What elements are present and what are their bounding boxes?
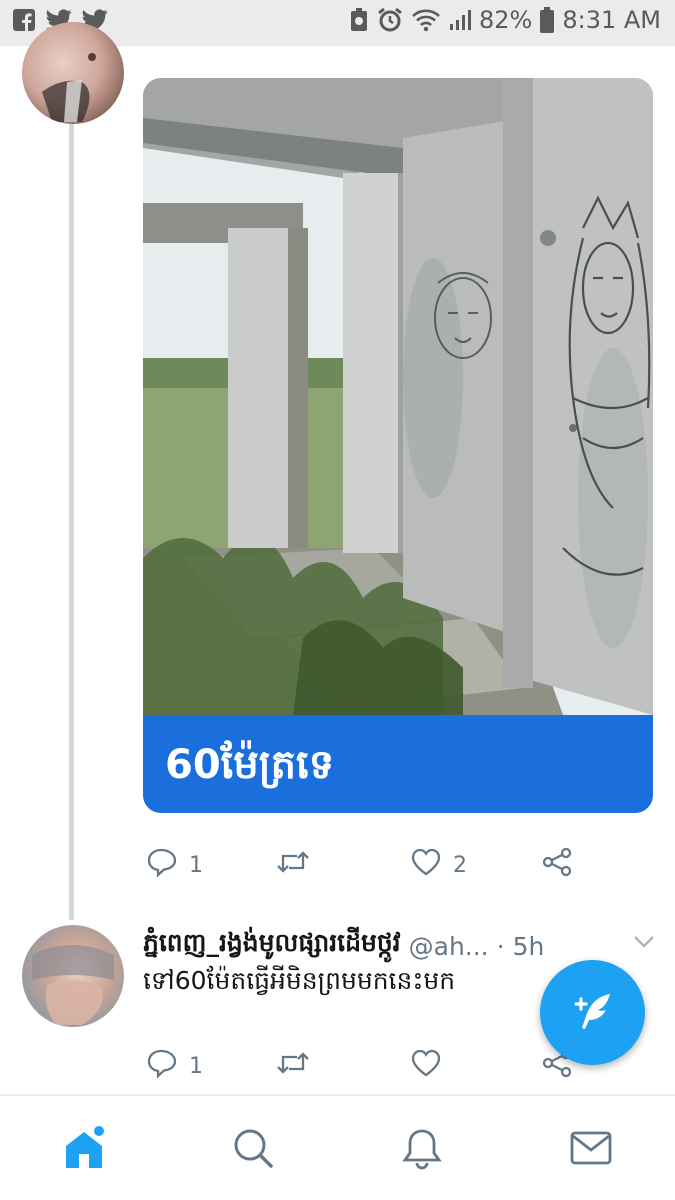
card-caption: 60ម៉ែត្រទេ — [165, 742, 335, 788]
media-card[interactable]: 60ម៉ែត្រទេ — [143, 78, 653, 813]
nav-home[interactable] — [60, 1126, 108, 1174]
card-caption-bar[interactable]: 60ម៉ែត្រទេ — [143, 715, 653, 813]
nav-messages[interactable] — [567, 1126, 615, 1174]
like-button[interactable] — [411, 1049, 453, 1083]
tweet-actions: 1 2 — [143, 845, 643, 885]
data-saver-icon — [349, 7, 369, 33]
reply-button[interactable]: 1 — [147, 1048, 203, 1084]
avatar[interactable] — [22, 925, 124, 1027]
like-button[interactable]: 2 — [411, 848, 467, 882]
status-bar-system: 82% 8:31 AM — [349, 6, 661, 34]
facebook-icon — [12, 8, 36, 32]
separator-dot: · — [496, 931, 505, 961]
battery-icon — [540, 7, 555, 33]
reply-count: 1 — [189, 1053, 203, 1079]
search-icon — [231, 1126, 275, 1174]
share-icon — [541, 847, 573, 883]
compose-feather-icon — [568, 986, 618, 1040]
retweet-button[interactable] — [276, 847, 322, 883]
nav-search[interactable] — [229, 1126, 277, 1174]
thread-connector — [69, 124, 74, 920]
author-name[interactable]: ភ្នំពេញ_រង្វង់មូលផ្សារដើមថ្កូវ — [143, 928, 401, 964]
tweet-header: ភ្នំពេញ_រង្វង់មូលផ្សារដើមថ្កូវ @ah... · … — [143, 928, 663, 964]
messages-icon — [569, 1128, 613, 1172]
heart-icon — [411, 848, 441, 882]
reply-icon — [147, 1048, 177, 1084]
avatar[interactable] — [22, 22, 124, 124]
alarm-icon — [377, 7, 403, 33]
signal-icon — [449, 9, 471, 31]
retweet-button[interactable] — [276, 1048, 322, 1084]
author-handle[interactable]: @ah... — [409, 932, 489, 961]
reply-button[interactable]: 1 — [147, 847, 203, 883]
compose-tweet-button[interactable] — [540, 960, 645, 1065]
heart-icon — [411, 1049, 441, 1083]
retweet-icon — [276, 847, 310, 883]
bottom-navigation — [0, 1094, 675, 1200]
reply-count: 1 — [189, 852, 203, 878]
reply-icon — [147, 847, 177, 883]
wifi-icon — [411, 8, 441, 32]
notifications-icon — [400, 1126, 444, 1174]
share-button[interactable] — [541, 847, 573, 883]
chevron-down-icon[interactable] — [633, 934, 655, 953]
clock: 8:31 AM — [562, 6, 661, 34]
like-count: 2 — [453, 852, 467, 878]
tweet-photo[interactable] — [143, 78, 653, 715]
nav-notifications[interactable] — [398, 1126, 446, 1174]
battery-percent: 82% — [479, 6, 533, 34]
tweet-text: ទៅ60ម៉ែតធ្វើអីមិនព្រមមកនេះមក — [143, 966, 456, 995]
retweet-icon — [276, 1048, 310, 1084]
home-icon — [60, 1124, 108, 1176]
tweet-time: 5h — [512, 931, 545, 961]
